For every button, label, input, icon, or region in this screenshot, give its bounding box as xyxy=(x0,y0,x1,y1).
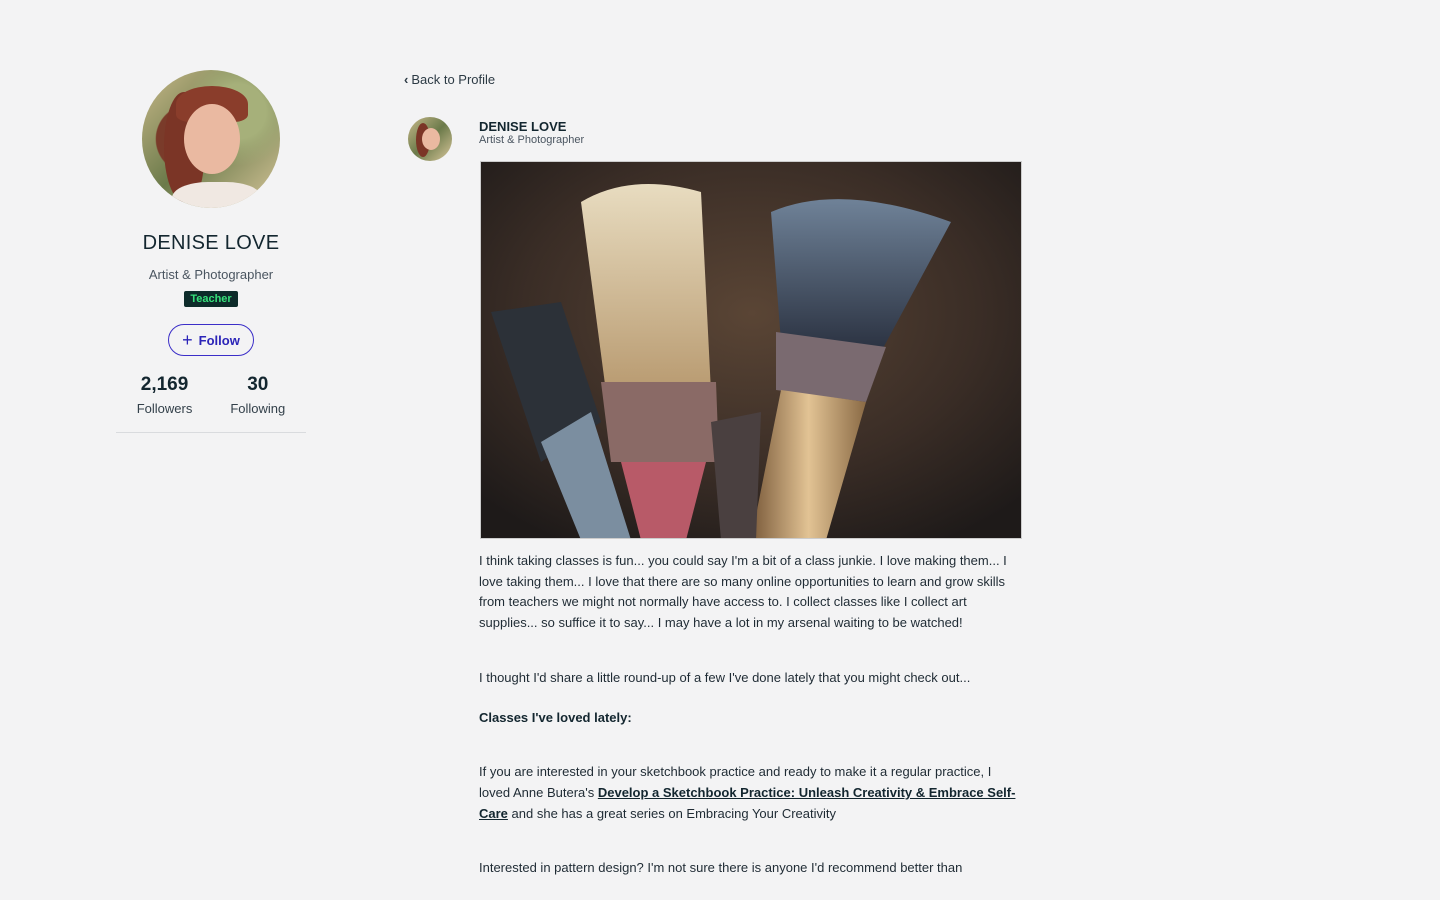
plus-icon: + xyxy=(182,330,193,350)
followers-count: 2,169 xyxy=(140,374,189,395)
profile-avatar xyxy=(142,70,280,208)
following-count: 30 xyxy=(247,374,269,395)
profile-sidebar: DENISE LOVE Artist & Photographer Teache… xyxy=(116,70,306,433)
post-heading: Classes I've loved lately: xyxy=(479,709,632,725)
back-to-profile-link[interactable]: ‹ Back to Profile xyxy=(404,72,495,87)
followers-stat[interactable]: 2,169 Followers xyxy=(137,374,193,416)
author-name[interactable]: DENISE LOVE xyxy=(479,119,566,134)
follow-label: Follow xyxy=(198,332,240,348)
teacher-badge: Teacher xyxy=(184,291,238,307)
chevron-left-icon: ‹ xyxy=(404,72,409,87)
following-label: Following xyxy=(230,401,286,416)
post-paragraph: I thought I'd share a little round-up of… xyxy=(479,669,971,685)
post-hero-image xyxy=(480,161,1022,539)
post-paragraph: Interested in pattern design? I'm not su… xyxy=(479,860,963,876)
profile-title: Artist & Photographer xyxy=(148,267,274,282)
post-paragraph: If you are interested in your sketchbook… xyxy=(479,764,1016,821)
post-body: I think taking classes is fun... you cou… xyxy=(479,551,1024,879)
post-paragraph: I think taking classes is fun... you cou… xyxy=(479,553,1007,631)
follow-button[interactable]: + Follow xyxy=(168,324,254,356)
profile-stats: 2,169 Followers 30 Following xyxy=(116,374,306,416)
back-label: Back to Profile xyxy=(411,72,496,87)
following-stat[interactable]: 30 Following xyxy=(230,374,285,416)
profile-name: DENISE LOVE xyxy=(142,232,280,254)
followers-label: Followers xyxy=(136,401,193,416)
sidebar-divider xyxy=(116,432,306,433)
author-avatar[interactable] xyxy=(408,117,452,161)
paintbrushes-illustration xyxy=(481,162,1021,538)
author-title: Artist & Photographer xyxy=(479,134,585,146)
